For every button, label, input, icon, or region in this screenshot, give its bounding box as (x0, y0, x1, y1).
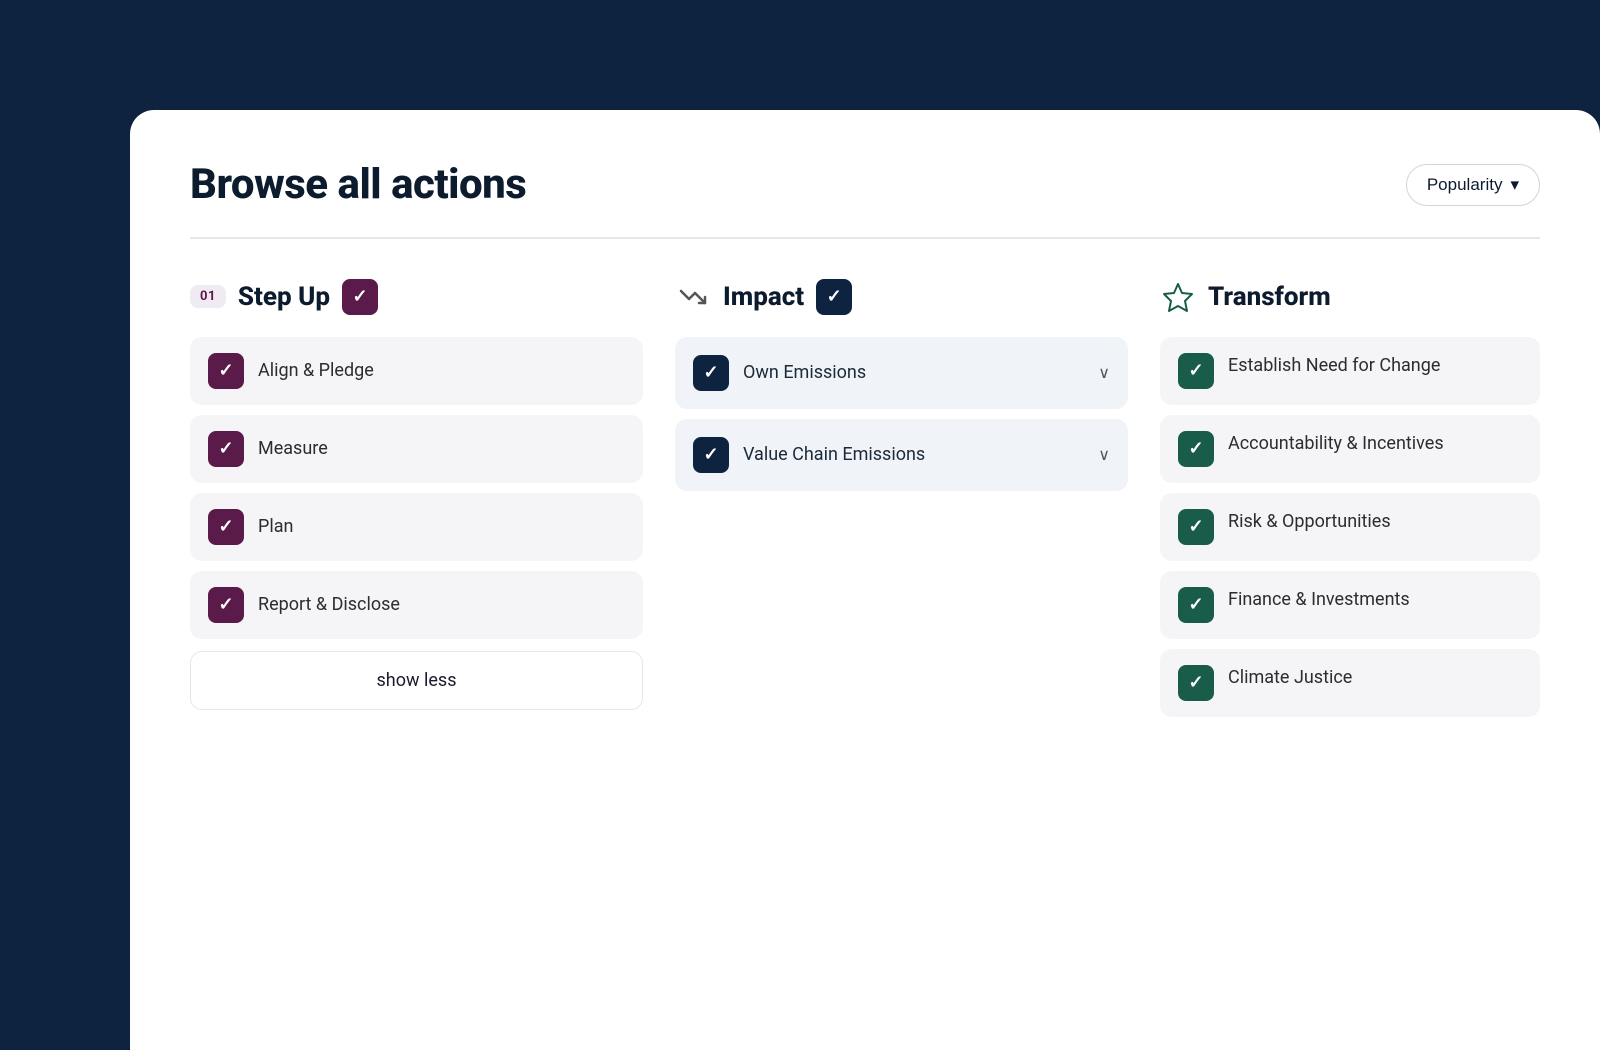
item-checkbox-risk[interactable]: ✓ (1178, 509, 1214, 545)
column-transform: Transform ✓ Establish Need for Change ✓ … (1160, 279, 1540, 717)
transform-title: Transform (1208, 282, 1331, 312)
item-label: Measure (258, 438, 625, 459)
item-label: Risk & Opportunities (1228, 509, 1522, 534)
item-checkbox-own-emissions[interactable]: ✓ (693, 355, 729, 391)
list-item[interactable]: ✓ Value Chain Emissions ∨ (675, 419, 1128, 491)
sort-dropdown[interactable]: Popularity ▾ (1406, 164, 1540, 206)
list-item[interactable]: ✓ Establish Need for Change (1160, 337, 1540, 405)
list-item[interactable]: ✓ Climate Justice (1160, 649, 1540, 717)
item-checkbox-measure[interactable]: ✓ (208, 431, 244, 467)
list-item[interactable]: ✓ Risk & Opportunities (1160, 493, 1540, 561)
step-up-items: ✓ Align & Pledge ✓ Measure ✓ Plan (190, 337, 643, 639)
item-checkbox-climate-justice[interactable]: ✓ (1178, 665, 1214, 701)
item-label: Climate Justice (1228, 665, 1522, 690)
list-item[interactable]: ✓ Report & Disclose (190, 571, 643, 639)
step-up-checkbox[interactable]: ✓ (342, 279, 378, 315)
item-label: Align & Pledge (258, 360, 625, 381)
show-less-button[interactable]: show less (190, 651, 643, 710)
item-label: Finance & Investments (1228, 587, 1522, 612)
item-checkbox-establish[interactable]: ✓ (1178, 353, 1214, 389)
step-up-title: Step Up (238, 282, 330, 312)
sort-label: Popularity (1427, 175, 1503, 195)
list-item[interactable]: ✓ Accountability & Incentives (1160, 415, 1540, 483)
item-checkbox-finance[interactable]: ✓ (1178, 587, 1214, 623)
item-label: Establish Need for Change (1228, 353, 1522, 378)
chevron-down-icon: ∨ (1098, 445, 1110, 464)
column-step-up: 01 Step Up ✓ ✓ Align & Pledge ✓ Me (190, 279, 643, 710)
impact-title: Impact (723, 282, 804, 312)
divider (190, 237, 1540, 239)
step-up-header: 01 Step Up ✓ (190, 279, 643, 315)
list-item[interactable]: ✓ Own Emissions ∨ (675, 337, 1128, 409)
transform-items: ✓ Establish Need for Change ✓ Accountabi… (1160, 337, 1540, 717)
list-item[interactable]: ✓ Finance & Investments (1160, 571, 1540, 639)
star-outline-icon (1160, 279, 1196, 315)
trend-down-icon (675, 279, 711, 315)
item-checkbox-accountability[interactable]: ✓ (1178, 431, 1214, 467)
list-item[interactable]: ✓ Measure (190, 415, 643, 483)
columns-row: 01 Step Up ✓ ✓ Align & Pledge ✓ Me (190, 279, 1540, 717)
item-checkbox-value-chain[interactable]: ✓ (693, 437, 729, 473)
item-checkbox-align[interactable]: ✓ (208, 353, 244, 389)
chevron-down-icon: ∨ (1098, 363, 1110, 382)
item-checkbox-report[interactable]: ✓ (208, 587, 244, 623)
impact-header: Impact ✓ (675, 279, 1128, 315)
item-label: Value Chain Emissions (743, 444, 1084, 465)
chevron-down-icon: ▾ (1510, 175, 1519, 195)
impact-checkbox[interactable]: ✓ (816, 279, 852, 315)
step-up-number: 01 (190, 285, 226, 308)
item-label: Report & Disclose (258, 594, 625, 615)
header-row: Browse all actions Popularity ▾ (190, 160, 1540, 209)
column-impact: Impact ✓ ✓ Own Emissions ∨ ✓ Val (675, 279, 1128, 491)
main-card: Browse all actions Popularity ▾ 01 Step … (130, 110, 1600, 1050)
transform-header: Transform (1160, 279, 1540, 315)
list-item[interactable]: ✓ Plan (190, 493, 643, 561)
item-label: Plan (258, 516, 625, 537)
item-checkbox-plan[interactable]: ✓ (208, 509, 244, 545)
list-item[interactable]: ✓ Align & Pledge (190, 337, 643, 405)
impact-items: ✓ Own Emissions ∨ ✓ Value Chain Emission… (675, 337, 1128, 491)
item-label: Accountability & Incentives (1228, 431, 1522, 456)
page-title: Browse all actions (190, 160, 526, 209)
check-icon: ✓ (352, 288, 367, 306)
item-label: Own Emissions (743, 362, 1084, 383)
